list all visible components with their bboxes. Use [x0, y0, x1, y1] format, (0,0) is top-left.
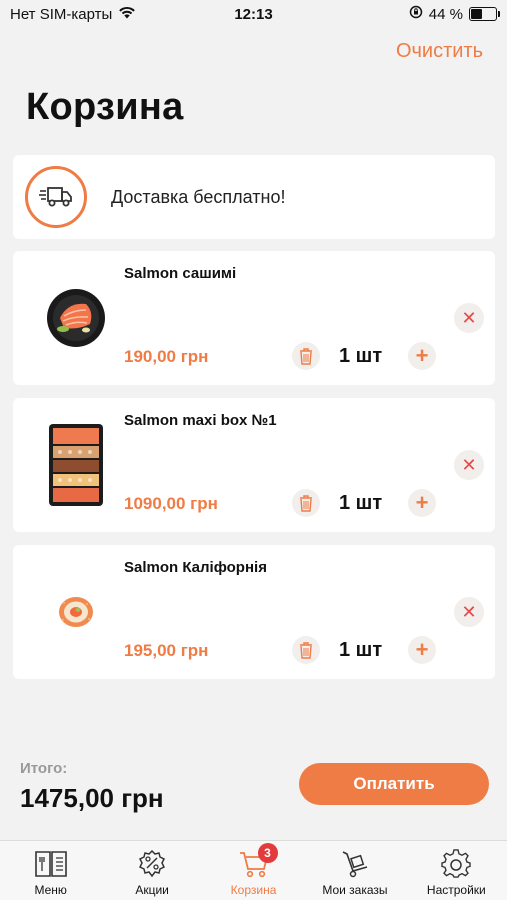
tab-menu[interactable]: Меню	[0, 841, 101, 900]
clear-cart-button[interactable]: Очистить	[396, 40, 483, 63]
tab-promotions[interactable]: Акции	[101, 841, 202, 900]
page-title: Корзина	[26, 86, 184, 128]
cart-count-badge: 3	[257, 843, 278, 863]
total-value: 1475,00 грн	[20, 783, 164, 813]
tab-label: Меню	[34, 883, 67, 897]
item-name: Salmon сашимі	[124, 265, 237, 282]
settings-gear-icon	[438, 849, 474, 879]
carrier-label: Нет SIM-карты	[10, 5, 113, 23]
close-icon[interactable]: ✕	[454, 303, 484, 333]
salmon-sashimi-image[interactable]	[31, 273, 121, 363]
item-name: Salmon maxi box №1	[124, 412, 277, 429]
delivery-truck-icon	[25, 166, 87, 228]
hand-truck-icon	[337, 849, 373, 879]
pay-button[interactable]: Оплатить	[299, 763, 489, 805]
item-price: 195,00 грн	[124, 641, 209, 660]
cart-item: Salmon maxi box №1 1090,00 грн 1 шт + ✕	[13, 398, 495, 532]
status-bar: Нет SIM-карты 12:13 44 %	[0, 0, 507, 28]
discount-gear-icon	[134, 849, 170, 879]
cart-icon: 3	[236, 843, 278, 879]
total-label: Итого:	[20, 760, 68, 777]
item-price: 190,00 грн	[124, 347, 209, 366]
delivery-text: Доставка бесплатно!	[111, 186, 286, 207]
cart-item: Salmon Каліфорнія 195,00 грн 1 шт + ✕	[13, 545, 495, 679]
tab-label: Мои заказы	[322, 883, 388, 897]
delivery-card: Доставка бесплатно!	[13, 155, 495, 239]
salmon-maxi-box-image[interactable]	[31, 420, 121, 510]
wifi-icon	[118, 6, 136, 23]
salmon-california-image[interactable]	[31, 567, 121, 657]
trash-icon[interactable]	[292, 636, 320, 664]
tab-bar: Меню Акции 3 Корзина Мои заказы Настройк…	[0, 840, 507, 900]
battery-icon	[469, 7, 500, 21]
trash-icon[interactable]	[292, 489, 320, 517]
tab-cart[interactable]: 3 Корзина	[203, 841, 304, 900]
tab-label: Корзина	[230, 883, 277, 897]
plus-icon[interactable]: +	[408, 636, 436, 664]
cart-item: Salmon сашимі 190,00 грн 1 шт + ✕	[13, 251, 495, 385]
item-name: Salmon Каліфорнія	[124, 559, 267, 576]
item-quantity: 1 шт	[339, 492, 383, 514]
menu-book-icon	[33, 849, 69, 879]
plus-icon[interactable]: +	[408, 342, 436, 370]
close-icon[interactable]: ✕	[454, 597, 484, 627]
item-quantity: 1 шт	[339, 345, 383, 367]
battery-percent: 44 %	[428, 5, 463, 23]
item-quantity: 1 шт	[339, 639, 383, 661]
tab-settings[interactable]: Настройки	[406, 841, 507, 900]
tab-label: Акции	[135, 883, 169, 897]
close-icon[interactable]: ✕	[454, 450, 484, 480]
plus-icon[interactable]: +	[408, 489, 436, 517]
item-price: 1090,00 грн	[124, 494, 218, 513]
tab-my-orders[interactable]: Мои заказы	[304, 841, 405, 900]
trash-icon[interactable]	[292, 342, 320, 370]
rotation-lock-icon	[409, 5, 423, 23]
battery-fill	[471, 9, 482, 19]
tab-label: Настройки	[426, 883, 486, 897]
